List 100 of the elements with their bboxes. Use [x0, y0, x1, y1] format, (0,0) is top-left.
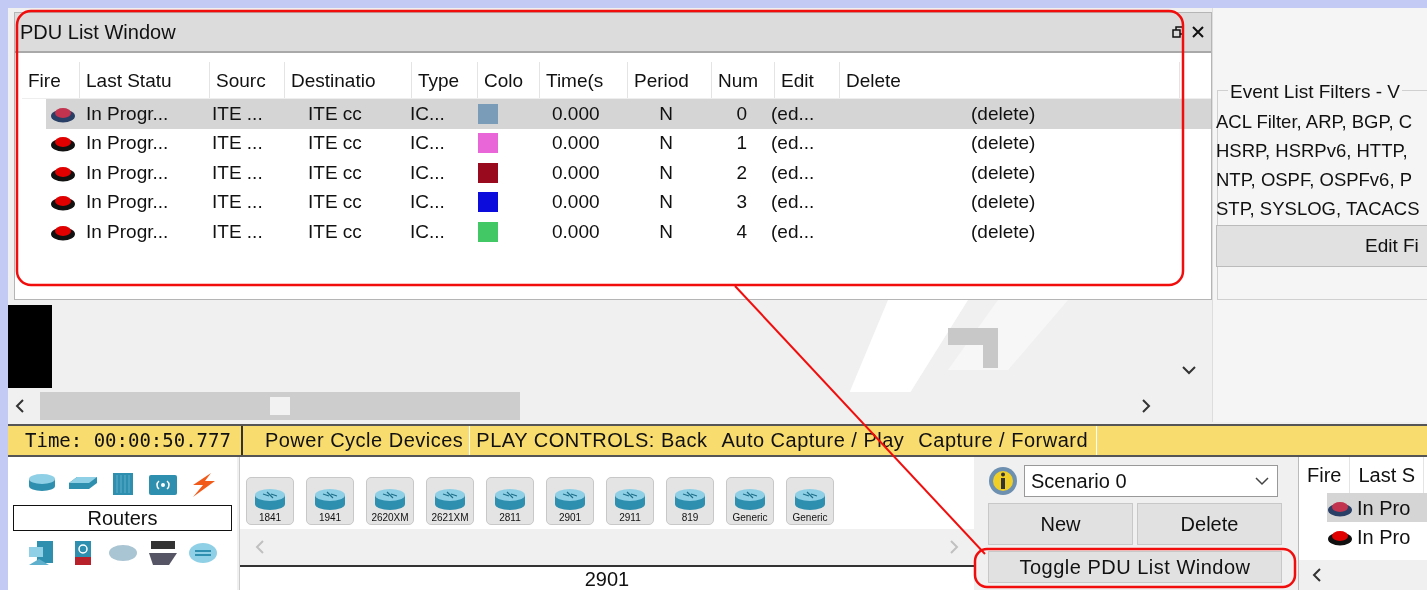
play-control-button[interactable]: Capture / Forward: [912, 426, 1097, 455]
device-model-button[interactable]: 1941: [306, 477, 354, 525]
table-cell-text: 3: [735, 190, 748, 214]
edit-filters-button[interactable]: Edit Fi: [1216, 225, 1427, 267]
pdu-row[interactable]: In Progr... ITE ... ITE cc IC... 0.000 N 1 (ed... (delete): [46, 128, 1211, 158]
table-cell-text: N: [658, 160, 674, 185]
table-cell-text: ITE ...: [211, 219, 264, 244]
table-cell-text: 0.000: [551, 131, 601, 155]
router-icon: [673, 486, 707, 512]
filter-list-text: STP, SYSLOG, TACACS: [1216, 197, 1421, 221]
delete-link[interactable]: (delete): [971, 158, 1036, 187]
filter-list-text: ACL Filter, ARP, BGP, C: [1216, 110, 1414, 134]
table-cell-text: ITE ...: [211, 101, 264, 126]
fire-icon[interactable]: [50, 134, 76, 153]
scrollbar-thumb[interactable]: [270, 397, 290, 415]
router-icon: [733, 486, 767, 512]
restore-icon[interactable]: [1172, 26, 1184, 38]
fire-icon[interactable]: [50, 193, 76, 212]
filter-list-text: NTP, OSPF, OSPFv6, P: [1216, 168, 1414, 192]
table-cell-text: In Pro: [1357, 524, 1411, 550]
pdu-row[interactable]: In Progr... ITE ... ITE cc IC... 0.000 N 0 (ed... (delete): [46, 99, 1211, 129]
window-title: PDU List Window: [20, 20, 176, 45]
mini-scrollbar[interactable]: [1299, 560, 1427, 590]
column-header[interactable]: Fire: [22, 62, 80, 98]
scenario-button[interactable]: New: [988, 503, 1133, 545]
table-cell-text: In Progr...: [85, 190, 170, 214]
scroll-down-icon[interactable]: [1181, 364, 1197, 376]
play-control-button[interactable]: PLAY CONTROLS: Back: [470, 426, 716, 455]
router-icon: [433, 486, 467, 512]
edit-link[interactable]: (ed...: [771, 129, 971, 158]
table-cell-text: ITE cc: [308, 190, 363, 214]
device-model-button[interactable]: 2811: [486, 477, 534, 525]
table-cell-text: 0.000: [551, 219, 601, 244]
column-header[interactable]: Edit: [775, 62, 840, 98]
device-model-button[interactable]: 2901: [546, 477, 594, 525]
close-icon[interactable]: [1192, 26, 1204, 38]
column-header[interactable]: Colo: [478, 62, 540, 98]
column-header[interactable]: Destinatio: [285, 62, 412, 98]
edit-link[interactable]: (ed...: [771, 188, 971, 217]
table-cell-text: IC...: [410, 219, 446, 244]
column-header[interactable]: Type: [412, 62, 478, 98]
table-cell-text: ITE cc: [308, 219, 363, 244]
info-icon[interactable]: [988, 466, 1018, 496]
column-header[interactable]: Sourc: [210, 62, 285, 98]
table-cell-text: In Pro: [1357, 495, 1411, 521]
table-cell-text: N: [658, 101, 674, 126]
router-icon: [793, 486, 827, 512]
table-cell-text: 2: [735, 160, 748, 185]
column-header[interactable]: Time(s: [540, 62, 628, 98]
table-cell-text: 0: [735, 101, 748, 126]
column-header[interactable]: Last Statu: [80, 62, 210, 98]
selected-model-label: 2901: [240, 565, 974, 590]
toggle-pdu-list-button[interactable]: Toggle PDU List Window: [988, 551, 1282, 583]
device-model-button[interactable]: 819: [666, 477, 714, 525]
pdu-row[interactable]: In Pro: [1327, 493, 1427, 522]
table-cell-text: In Progr...: [85, 131, 170, 155]
edit-link[interactable]: (ed...: [771, 158, 971, 187]
table-cell-text: 1: [735, 131, 748, 155]
delete-link[interactable]: (delete): [971, 217, 1036, 246]
pdu-row[interactable]: In Progr... ITE ... ITE cc IC... 0.000 N 4 (ed... (delete): [46, 217, 1211, 247]
table-cell-text: In Progr...: [85, 160, 170, 185]
device-model-button[interactable]: 2621XM: [426, 477, 474, 525]
device-model-button[interactable]: Generic: [786, 477, 834, 525]
device-model-button[interactable]: 2620XM: [366, 477, 414, 525]
delete-link[interactable]: (delete): [971, 99, 1036, 128]
scenario-button[interactable]: Delete: [1137, 503, 1282, 545]
pdu-row[interactable]: In Progr... ITE ... ITE cc IC... 0.000 N 3 (ed... (delete): [46, 187, 1211, 217]
router-icon: [613, 486, 647, 512]
column-header[interactable]: Delete: [840, 62, 1180, 98]
edit-link[interactable]: (ed...: [771, 217, 971, 246]
device-model-button[interactable]: 2911: [606, 477, 654, 525]
pdu-row[interactable]: In Progr... ITE ... ITE cc IC... 0.000 N 2 (ed... (delete): [46, 158, 1211, 188]
simulation-time: Time: 00:00:50.777: [8, 426, 243, 455]
column-header[interactable]: Num: [712, 62, 775, 98]
scroll-right-icon[interactable]: [1140, 398, 1152, 414]
scenario-select[interactable]: Scenario 0: [1024, 465, 1278, 497]
edit-link[interactable]: (ed...: [771, 99, 971, 128]
power-cycle-button[interactable]: Power Cycle Devices: [242, 426, 471, 455]
scroll-left-icon[interactable]: [1311, 567, 1323, 583]
router-icon: [373, 486, 407, 512]
router-icon: [313, 486, 347, 512]
dropdown-icon: [1255, 476, 1269, 486]
router-icon: [493, 486, 527, 512]
table-cell-text: N: [658, 219, 674, 244]
device-model-button[interactable]: Generic: [726, 477, 774, 525]
delete-link[interactable]: (delete): [971, 129, 1036, 158]
pdu-row[interactable]: In Pro: [1327, 522, 1427, 551]
column-header[interactable]: Period: [628, 62, 712, 98]
table-cell-text: 0.000: [551, 101, 601, 126]
table-cell-text: IC...: [410, 131, 446, 155]
table-cell-text: 0.000: [551, 160, 601, 185]
table-cell-text: N: [658, 190, 674, 214]
custom-icon[interactable]: [146, 539, 179, 567]
device-model-button[interactable]: 1841: [246, 477, 294, 525]
table-cell-text: IC...: [410, 160, 446, 185]
table-cell-text: IC...: [410, 101, 446, 126]
scroll-left-icon[interactable]: [14, 398, 26, 414]
table-cell-text: ITE cc: [308, 131, 363, 155]
table-cell-text: In Progr...: [85, 101, 170, 126]
delete-link[interactable]: (delete): [971, 188, 1036, 217]
